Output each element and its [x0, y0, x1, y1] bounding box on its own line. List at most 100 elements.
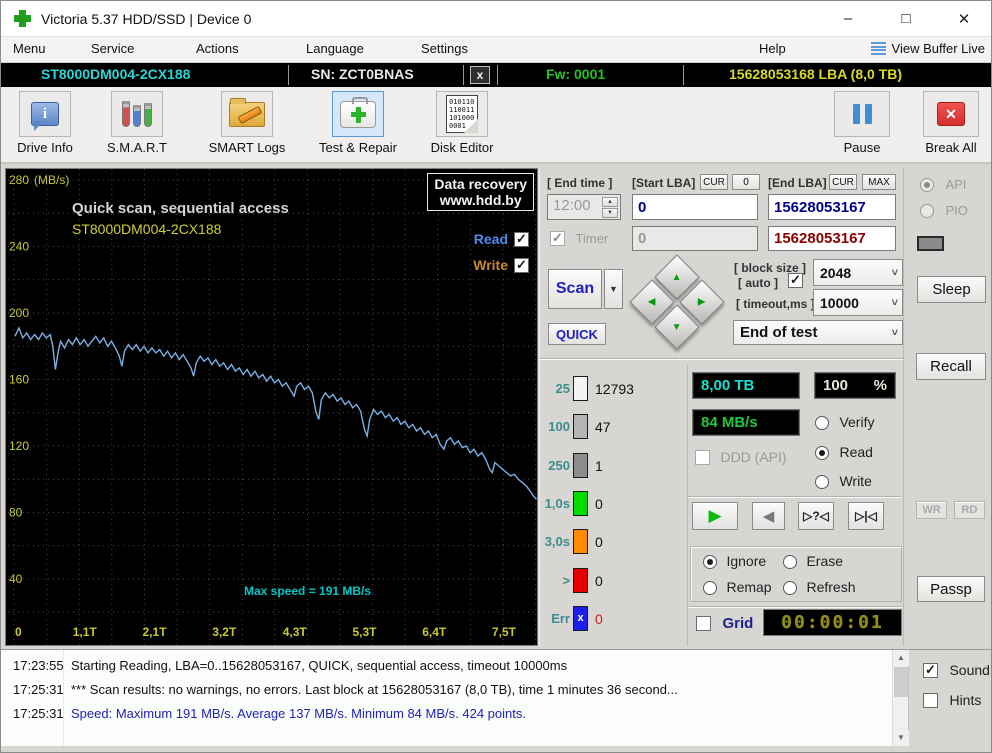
ignore-option[interactable]: Ignore	[703, 553, 766, 571]
end-lba-max-button[interactable]: MAX	[862, 174, 896, 190]
hints-checkbox[interactable]	[923, 693, 938, 709]
log-scrollbar[interactable]: ▲ ▼	[892, 650, 909, 746]
start-forward-button[interactable]: ▶	[692, 502, 738, 530]
close-button[interactable]: ✕	[935, 1, 991, 37]
pio-radio[interactable]	[920, 203, 934, 218]
grid-toggle[interactable]: Grid	[696, 615, 753, 633]
start-lba-cur-button[interactable]: CUR	[700, 174, 728, 190]
percent-display: 100%	[814, 372, 896, 399]
smart-button[interactable]: S.M.A.R.T	[97, 91, 177, 155]
victoria-app-icon	[14, 10, 31, 27]
ddd-api-option[interactable]: DDD (API)	[695, 449, 787, 467]
bin-swatch-3s	[573, 529, 588, 554]
block-size-combo[interactable]: 2048 ˅	[813, 259, 903, 286]
pause-button[interactable]: Pause	[831, 91, 893, 155]
api-radio[interactable]	[920, 177, 934, 192]
graph-title: Quick scan, sequential access	[72, 200, 289, 217]
svg-text:40: 40	[9, 572, 23, 586]
test-repair-button[interactable]: Test & Repair	[311, 91, 405, 155]
refresh-option[interactable]: Refresh	[783, 579, 855, 597]
menu-item-language[interactable]: Language	[306, 41, 364, 56]
pause-label: Pause	[843, 140, 881, 155]
seek-to-end-button[interactable]: ▷|◁	[848, 502, 884, 530]
pio-option[interactable]: PIO	[920, 202, 968, 220]
menu-item-menu[interactable]: Menu	[13, 41, 46, 56]
drive-info-icon: i	[31, 102, 59, 131]
write-curve-checkbox[interactable]	[514, 257, 529, 273]
break-all-button[interactable]: ✕ Break All	[913, 91, 989, 155]
ignore-radio[interactable]	[703, 554, 717, 569]
sound-checkbox[interactable]	[923, 662, 938, 679]
start-lba-input[interactable]	[632, 194, 758, 220]
read-radio[interactable]	[815, 445, 829, 460]
hints-toggle[interactable]: Hints	[923, 692, 981, 710]
recall-button[interactable]: Recall	[916, 353, 986, 380]
sound-toggle[interactable]: Sound	[923, 662, 990, 680]
write-curve-toggle[interactable]: Write	[473, 257, 529, 273]
smart-logs-button[interactable]: SMART Logs	[199, 91, 295, 155]
wr-button[interactable]: WR	[916, 501, 947, 519]
erase-radio[interactable]	[783, 554, 797, 569]
svg-text:160: 160	[9, 373, 29, 387]
scan-dropdown-button[interactable]: ▼	[604, 269, 623, 309]
ddd-api-checkbox[interactable]	[695, 450, 710, 466]
menu-item-help[interactable]: Help	[759, 41, 786, 56]
verify-option[interactable]: Verify	[815, 414, 874, 432]
menu-item-actions[interactable]: Actions	[196, 41, 239, 56]
end-action-combo[interactable]: End of test ˅	[733, 320, 903, 345]
end-time-field[interactable]: 12:00 ▲ ▼	[547, 194, 621, 220]
bin-swatch-over	[573, 568, 588, 593]
timeout-combo[interactable]: 10000 ˅	[813, 289, 903, 316]
device-firmware: Fw: 0001	[546, 66, 606, 82]
timer-checkbox[interactable]	[550, 230, 565, 247]
menu-item-service[interactable]: Service	[91, 41, 134, 56]
scroll-up-icon[interactable]: ▲	[893, 650, 909, 666]
start-lba-zero-button[interactable]: 0	[732, 174, 760, 190]
watermark-line1: Data recovery	[434, 176, 527, 192]
write-radio[interactable]	[815, 474, 829, 489]
timer-toggle[interactable]: Timer	[550, 230, 608, 248]
end-lba-input[interactable]	[768, 194, 896, 220]
read-curve-checkbox[interactable]	[514, 231, 529, 247]
log-line: *** Scan results: no warnings, no errors…	[71, 682, 678, 697]
log-line: Speed: Maximum 191 MB/s. Average 137 MB/…	[71, 706, 526, 721]
passp-button[interactable]: Passp	[917, 576, 985, 602]
end-lba-cur-button[interactable]: CUR	[829, 174, 857, 190]
rd-button[interactable]: RD	[954, 501, 985, 519]
remap-radio[interactable]	[703, 580, 717, 595]
speed-graph-canvas: 280 240 200 160 120 80 40 (MB/s) 0 1,1T 2,1T 3,2T 4,…	[8, 169, 537, 645]
seek-question-button[interactable]: ▷?◁	[798, 502, 834, 530]
serial-hide-button[interactable]: x	[470, 66, 490, 84]
verify-radio[interactable]	[815, 415, 829, 430]
bin-swatch-err: x	[573, 606, 588, 631]
end-time-spinner[interactable]: ▲ ▼	[602, 197, 618, 218]
api-option[interactable]: API	[920, 176, 966, 194]
buffer-list-icon	[870, 42, 886, 55]
menu-item-settings[interactable]: Settings	[421, 41, 468, 56]
minimize-button[interactable]: –	[819, 1, 877, 37]
read-option[interactable]: Read	[815, 444, 873, 462]
maximize-button[interactable]: □	[877, 1, 935, 37]
disk-editor-button[interactable]: 010110 110011 101000 0001 Disk Editor	[423, 91, 501, 155]
read-curve-toggle[interactable]: Read	[474, 231, 529, 247]
device-model: ST8000DM004-2CX188	[41, 66, 191, 82]
write-option[interactable]: Write	[815, 473, 872, 491]
test-control-panel: [ End time ] [Start LBA] CUR 0 [End LBA]…	[539, 168, 904, 646]
scroll-thumb[interactable]	[894, 667, 908, 697]
remap-option[interactable]: Remap	[703, 579, 772, 597]
test-repair-label: Test & Repair	[318, 140, 398, 155]
view-buffer-live[interactable]: View Buffer Live	[870, 41, 985, 56]
scroll-down-icon[interactable]: ▼	[893, 730, 909, 746]
erase-option[interactable]: Erase	[783, 553, 843, 571]
svg-text:120: 120	[9, 439, 29, 453]
start-backward-button[interactable]: ◀	[752, 502, 785, 530]
quick-button[interactable]: QUICK	[548, 323, 606, 345]
scan-button[interactable]: Scan	[548, 269, 602, 309]
log-options-panel: Sound Hints	[909, 649, 991, 746]
sleep-button[interactable]: Sleep	[917, 276, 986, 303]
auto-checkbox[interactable]	[788, 272, 803, 288]
watermark-line2: www.hdd.by	[439, 192, 522, 208]
grid-checkbox[interactable]	[696, 616, 711, 632]
refresh-radio[interactable]	[783, 580, 797, 595]
drive-info-button[interactable]: i Drive Info	[7, 91, 83, 155]
